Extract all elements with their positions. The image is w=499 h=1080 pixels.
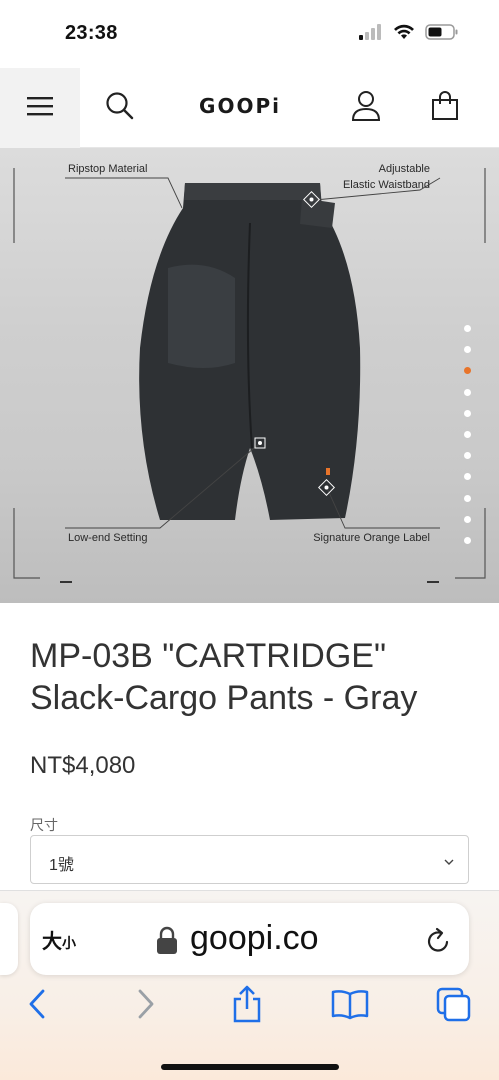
back-button[interactable] xyxy=(18,986,58,1026)
share-icon xyxy=(230,984,264,1029)
lock-icon xyxy=(156,925,178,960)
text-size-big: 大 xyxy=(42,931,62,953)
search-button[interactable] xyxy=(100,88,140,128)
reload-icon[interactable] xyxy=(425,925,453,960)
low-end-label: Low-end Setting xyxy=(68,532,148,544)
status-bar: 23:38 xyxy=(0,0,499,68)
search-icon xyxy=(105,91,135,126)
share-button[interactable] xyxy=(227,984,267,1029)
carousel-dot[interactable] xyxy=(464,346,471,354)
account-button[interactable] xyxy=(346,88,386,128)
page: 23:38 GOOPi Ripstop Material Adjustable … xyxy=(0,0,499,1080)
user-icon xyxy=(351,90,381,127)
waistband-label-line1: Adjustable xyxy=(378,163,430,175)
bookmarks-icon xyxy=(330,988,370,1025)
product-hero-image[interactable]: Ripstop Material Adjustable Elastic Wais… xyxy=(0,148,499,603)
waistband-label-line2: Elastic Waistband xyxy=(342,179,430,191)
carousel-dot[interactable] xyxy=(464,325,471,332)
product-title: MP-03B "CARTRIDGE" Slack-Cargo Pants - G… xyxy=(30,635,470,719)
status-time: 23:38 xyxy=(65,22,118,44)
wifi-icon xyxy=(393,24,415,45)
browser-nav-row xyxy=(0,984,499,1036)
orange-label-label: Signature Orange Label xyxy=(313,532,430,544)
carousel-dot[interactable] xyxy=(464,452,471,460)
forward-button[interactable] xyxy=(125,986,165,1026)
tabs-button[interactable] xyxy=(434,986,474,1026)
product-title-line1: MP-03B "CARTRIDGE" xyxy=(30,637,387,675)
shopping-bag-icon xyxy=(431,90,459,126)
text-size-small: 小 xyxy=(62,935,76,951)
carousel-dot[interactable] xyxy=(464,388,471,396)
carousel-dot[interactable] xyxy=(464,536,471,544)
size-select[interactable]: 1號 xyxy=(30,835,469,884)
product-price: NT$4,080 xyxy=(30,752,136,779)
size-label: 尺寸 xyxy=(30,817,58,833)
carousel-dots xyxy=(464,325,471,544)
cart-button[interactable] xyxy=(425,88,465,128)
carousel-dot[interactable] xyxy=(464,515,471,523)
previous-tab-peek[interactable] xyxy=(0,903,18,975)
carousel-dot-active[interactable] xyxy=(464,367,471,375)
battery-icon xyxy=(425,24,459,45)
tabs-icon xyxy=(435,986,473,1027)
browser-toolbar: 大小 goopi.co xyxy=(0,890,499,1080)
back-icon xyxy=(27,988,49,1025)
size-selected-value: 1號 xyxy=(49,857,74,874)
carousel-dot[interactable] xyxy=(464,430,471,438)
url-text: goopi.co xyxy=(190,919,319,957)
menu-button[interactable] xyxy=(0,68,80,148)
carousel-dot[interactable] xyxy=(464,494,471,502)
bookmarks-button[interactable] xyxy=(330,986,370,1026)
hamburger-menu-icon xyxy=(27,96,53,121)
status-icons xyxy=(359,24,459,45)
forward-icon xyxy=(134,988,156,1025)
product-title-line2: Slack-Cargo Pants - Gray xyxy=(30,679,418,717)
text-size-button[interactable]: 大小 xyxy=(42,925,76,954)
site-header: GOOPi xyxy=(0,68,499,148)
ripstop-label: Ripstop Material xyxy=(68,163,148,175)
cellular-signal-icon xyxy=(359,24,383,45)
carousel-dot[interactable] xyxy=(464,473,471,481)
chevron-down-icon xyxy=(442,854,456,872)
carousel-dot[interactable] xyxy=(464,409,471,417)
home-indicator[interactable] xyxy=(161,1064,339,1070)
address-bar[interactable]: 大小 goopi.co xyxy=(30,903,469,975)
brand-logo[interactable]: GOOPi xyxy=(190,94,290,122)
